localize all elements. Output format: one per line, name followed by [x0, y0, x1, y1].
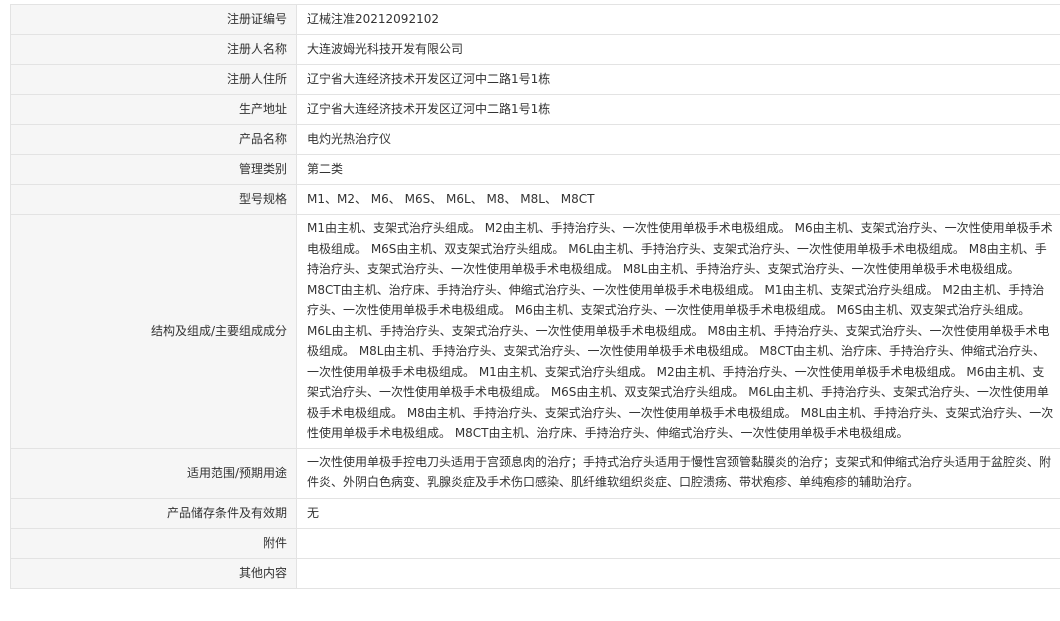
table-row: 型号规格 M1、M2、 M6、 M6S、 M6L、 M8、 M8L、 M8CT [10, 184, 1060, 215]
row-value-attachments [296, 527, 1060, 559]
table-row: 结构及组成/主要组成成分 M1由主机、支架式治疗头组成。 M2由主机、手持治疗头… [10, 214, 1060, 449]
row-value-other-content [296, 557, 1060, 589]
row-value-intended-use: 一次性使用单极手控电刀头适用于宫颈息肉的治疗；手持式治疗头适用于慢性宫颈管黏膜炎… [296, 447, 1060, 499]
row-value-registration-number: 辽械注准20212092102 [296, 4, 1060, 35]
table-row: 注册证编号 辽械注准20212092102 [10, 4, 1060, 35]
registration-table: 注册证编号 辽械注准20212092102 注册人名称 大连波姆光科技开发有限公… [10, 4, 1060, 589]
row-label-registration-number: 注册证编号 [10, 4, 297, 35]
row-label-intended-use: 适用范围/预期用途 [10, 447, 297, 499]
registration-record: 注册证编号 辽械注准20212092102 注册人名称 大连波姆光科技开发有限公… [10, 4, 1060, 589]
row-label-storage-validity: 产品储存条件及有效期 [10, 497, 297, 529]
table-row: 适用范围/预期用途 一次性使用单极手控电刀头适用于宫颈息肉的治疗；手持式治疗头适… [10, 447, 1060, 499]
row-value-model-spec: M1、M2、 M6、 M6S、 M6L、 M8、 M8L、 M8CT [296, 184, 1060, 215]
row-value-production-address: 辽宁省大连经济技术开发区辽河中二路1号1栋 [296, 94, 1060, 125]
table-row: 管理类别 第二类 [10, 154, 1060, 185]
row-value-management-class: 第二类 [296, 154, 1060, 185]
row-label-management-class: 管理类别 [10, 154, 297, 185]
row-value-structure-composition: M1由主机、支架式治疗头组成。 M2由主机、手持治疗头、一次性使用单极手术电极组… [296, 214, 1060, 449]
row-value-product-name: 电灼光热治疗仪 [296, 124, 1060, 155]
row-label-other-content: 其他内容 [10, 557, 297, 589]
row-value-registrant-address: 辽宁省大连经济技术开发区辽河中二路1号1栋 [296, 64, 1060, 95]
row-value-storage-validity: 无 [296, 497, 1060, 529]
row-label-registrant-address: 注册人住所 [10, 64, 297, 95]
table-row: 产品名称 电灼光热治疗仪 [10, 124, 1060, 155]
table-row: 注册人名称 大连波姆光科技开发有限公司 [10, 34, 1060, 65]
row-label-model-spec: 型号规格 [10, 184, 297, 215]
table-row: 生产地址 辽宁省大连经济技术开发区辽河中二路1号1栋 [10, 94, 1060, 125]
table-row: 注册人住所 辽宁省大连经济技术开发区辽河中二路1号1栋 [10, 64, 1060, 95]
row-label-structure-composition: 结构及组成/主要组成成分 [10, 214, 297, 449]
row-label-attachments: 附件 [10, 527, 297, 559]
row-label-production-address: 生产地址 [10, 94, 297, 125]
row-label-product-name: 产品名称 [10, 124, 297, 155]
row-value-registrant-name: 大连波姆光科技开发有限公司 [296, 34, 1060, 65]
table-row: 附件 [10, 527, 1060, 559]
table-row: 其他内容 [10, 557, 1060, 589]
row-label-registrant-name: 注册人名称 [10, 34, 297, 65]
table-row: 产品储存条件及有效期 无 [10, 497, 1060, 529]
